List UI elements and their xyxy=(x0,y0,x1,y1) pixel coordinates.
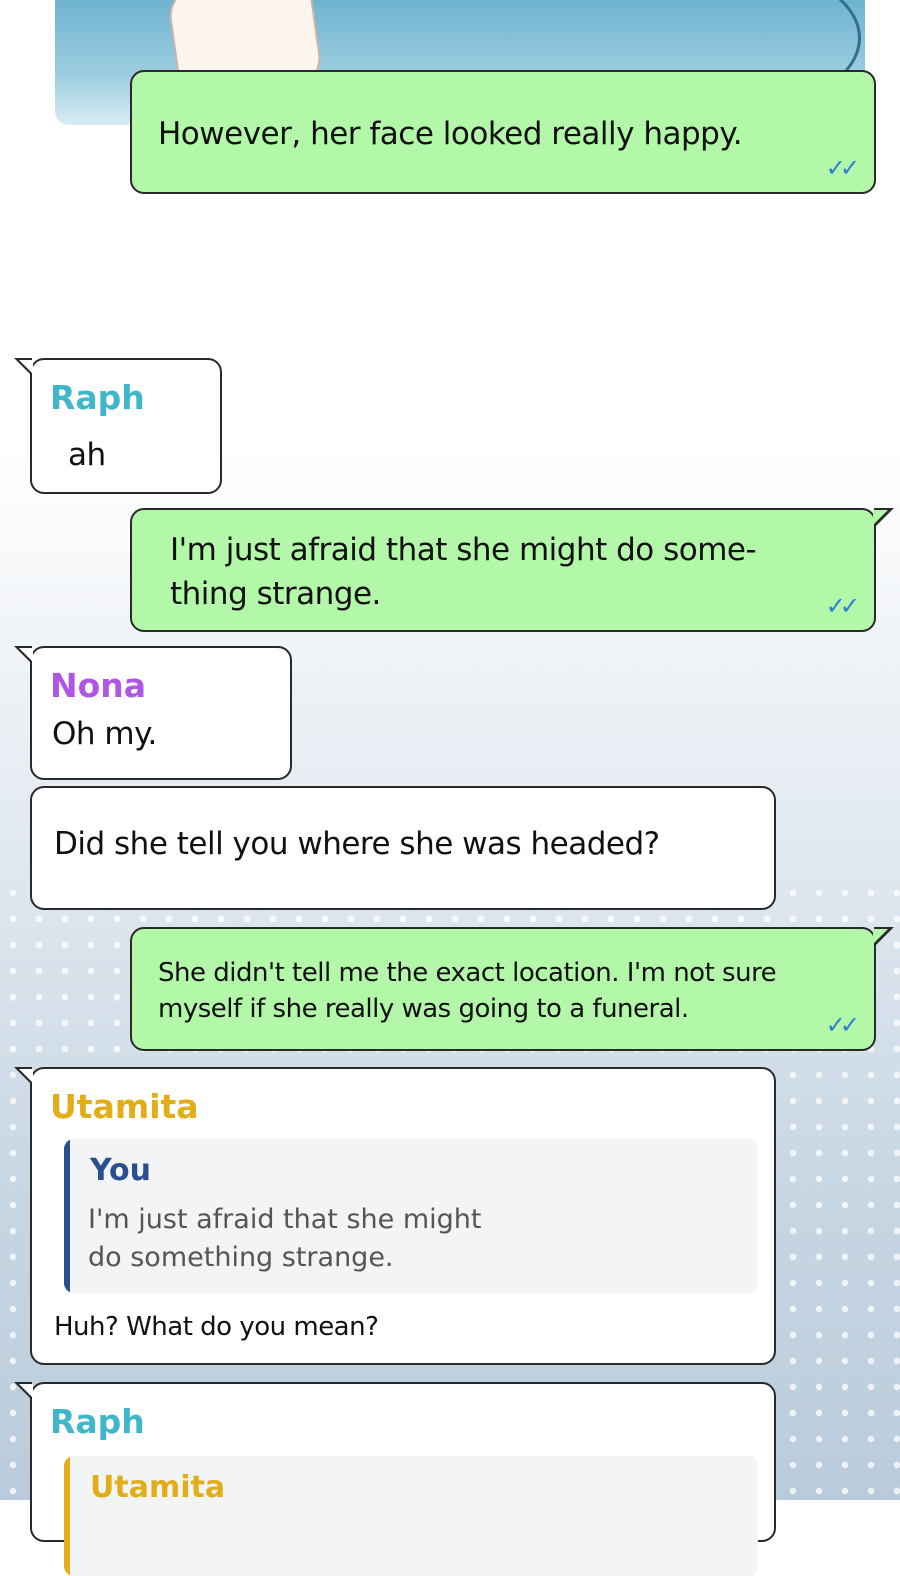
message-bubble-incoming[interactable]: Utamita You I'm just afraid that she mig… xyxy=(14,1067,776,1365)
double-check-icon: ✓✓ xyxy=(825,1011,860,1039)
message-text: ah xyxy=(68,437,106,473)
reply-quote[interactable]: Utamita xyxy=(64,1456,758,1576)
message-text-line1: I'm just afraid that she might do some- xyxy=(170,532,757,568)
reply-quote[interactable]: You I'm just afraid that she might do so… xyxy=(64,1139,758,1293)
message-bubble-outgoing[interactable]: I'm just afraid that she might do some- … xyxy=(130,508,894,632)
quote-text-line2: do something strange. xyxy=(88,1242,394,1273)
message-bubble-incoming[interactable]: Raph ah xyxy=(14,358,222,494)
message-bubble-outgoing[interactable]: She didn't tell me the exact location. I… xyxy=(130,927,894,1051)
message-text: Did she tell you where she was headed? xyxy=(54,826,660,862)
quote-bar xyxy=(64,1139,70,1293)
message-text: However, her face looked really happy. xyxy=(158,116,743,152)
sender-name: Raph xyxy=(50,1402,145,1441)
message-text: Huh? What do you mean? xyxy=(54,1312,379,1342)
message-bubble-outgoing[interactable]: However, her face looked really happy. ✓… xyxy=(130,70,876,194)
quote-bar xyxy=(64,1456,70,1576)
quote-text-line1: I'm just afraid that she might xyxy=(88,1204,482,1235)
sender-name: Utamita xyxy=(50,1087,199,1126)
message-text-line1: She didn't tell me the exact location. I… xyxy=(158,958,777,988)
message-text-line2: thing strange. xyxy=(170,576,381,612)
message-text-line2: myself if she really was going to a fune… xyxy=(158,994,689,1024)
message-text: Oh my. xyxy=(52,716,157,752)
message-bubble-incoming[interactable]: Did she tell you where she was headed? xyxy=(30,786,776,910)
double-check-icon: ✓✓ xyxy=(825,592,860,620)
quote-sender-name: You xyxy=(90,1153,151,1188)
double-check-icon: ✓✓ xyxy=(825,154,860,182)
message-bubble-incoming[interactable]: Nona Oh my. xyxy=(14,646,292,780)
message-bubble-incoming[interactable]: Raph Utamita xyxy=(14,1382,776,1576)
sender-name: Nona xyxy=(50,666,147,705)
sender-name: Raph xyxy=(50,378,145,417)
